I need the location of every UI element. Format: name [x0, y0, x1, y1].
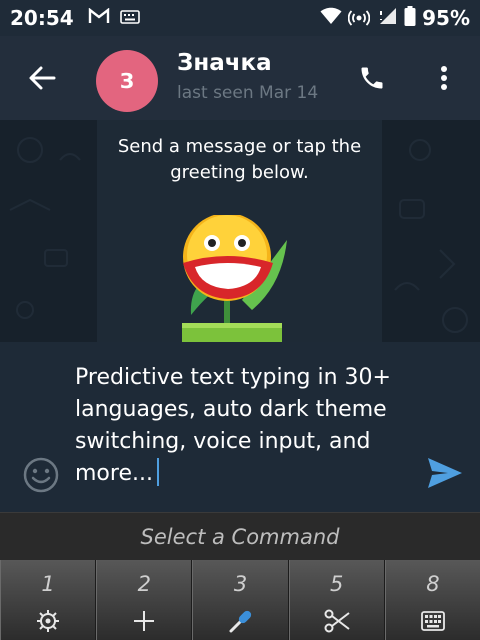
message-compose-area: Predictive text typing in 30+ languages,… — [0, 342, 480, 512]
microphone-icon — [228, 608, 254, 634]
plus-icon — [131, 608, 157, 634]
notification-icons — [88, 7, 140, 28]
key-number: 3 — [233, 572, 248, 596]
settings-icon — [35, 608, 61, 634]
key-5-cut[interactable]: 5 — [288, 560, 385, 640]
arrow-left-icon — [28, 64, 56, 96]
more-vertical-icon — [440, 65, 448, 95]
key-number: 8 — [426, 572, 440, 596]
back-button[interactable] — [22, 60, 62, 100]
key-number: 1 — [41, 572, 55, 596]
hotspot-icon — [347, 6, 371, 30]
scissors-icon — [324, 608, 350, 634]
key-1-settings[interactable]: 1 — [0, 560, 97, 640]
keyboard-icon — [119, 9, 140, 28]
key-8-keyboard[interactable]: 8 — [384, 560, 480, 640]
empty-chat-greeting-card: Send a message or tap the greeting below… — [97, 120, 382, 342]
chat-area[interactable]: Send a message or tap the greeting below… — [0, 120, 480, 342]
text-cursor — [156, 458, 159, 486]
emoji-button[interactable] — [22, 456, 60, 494]
message-input[interactable]: Predictive text typing in 30+ languages,… — [75, 362, 405, 490]
more-options-button[interactable] — [424, 60, 464, 100]
keypad-shortcut-row: 1 2 3 5 8 — [0, 560, 480, 640]
key-2-add[interactable]: 2 — [96, 560, 193, 640]
key-3-voice-input[interactable]: 3 — [192, 560, 289, 640]
wifi-icon — [320, 7, 342, 29]
smiley-icon — [22, 457, 60, 498]
empty-chat-hint: Send a message or tap the greeting below… — [117, 136, 362, 183]
battery-percentage: 95% — [422, 6, 470, 30]
send-icon — [426, 458, 464, 494]
contact-name[interactable]: Значка — [177, 50, 272, 76]
command-bar[interactable]: Select a Command — [0, 512, 480, 560]
key-number: 2 — [137, 572, 151, 596]
greeting-sticker[interactable] — [167, 215, 297, 342]
message-text: Predictive text typing in 30+ languages,… — [75, 365, 391, 486]
command-bar-label: Select a Command — [140, 524, 340, 549]
gmail-icon — [88, 7, 110, 28]
status-time: 20:54 — [10, 6, 74, 30]
call-button[interactable] — [352, 60, 392, 100]
battery-icon — [404, 6, 416, 30]
key-number: 5 — [330, 572, 344, 596]
send-button[interactable] — [426, 456, 466, 496]
phone-icon — [358, 64, 386, 96]
signal-icon — [376, 7, 398, 29]
chat-header: З Значка last seen Mar 14 — [0, 36, 480, 120]
status-bar: 20:54 95% — [0, 0, 480, 36]
system-icons: 95% — [320, 6, 470, 30]
keyboard-icon — [420, 608, 446, 634]
avatar[interactable]: З — [96, 50, 158, 112]
last-seen-status: last seen Mar 14 — [177, 83, 319, 103]
